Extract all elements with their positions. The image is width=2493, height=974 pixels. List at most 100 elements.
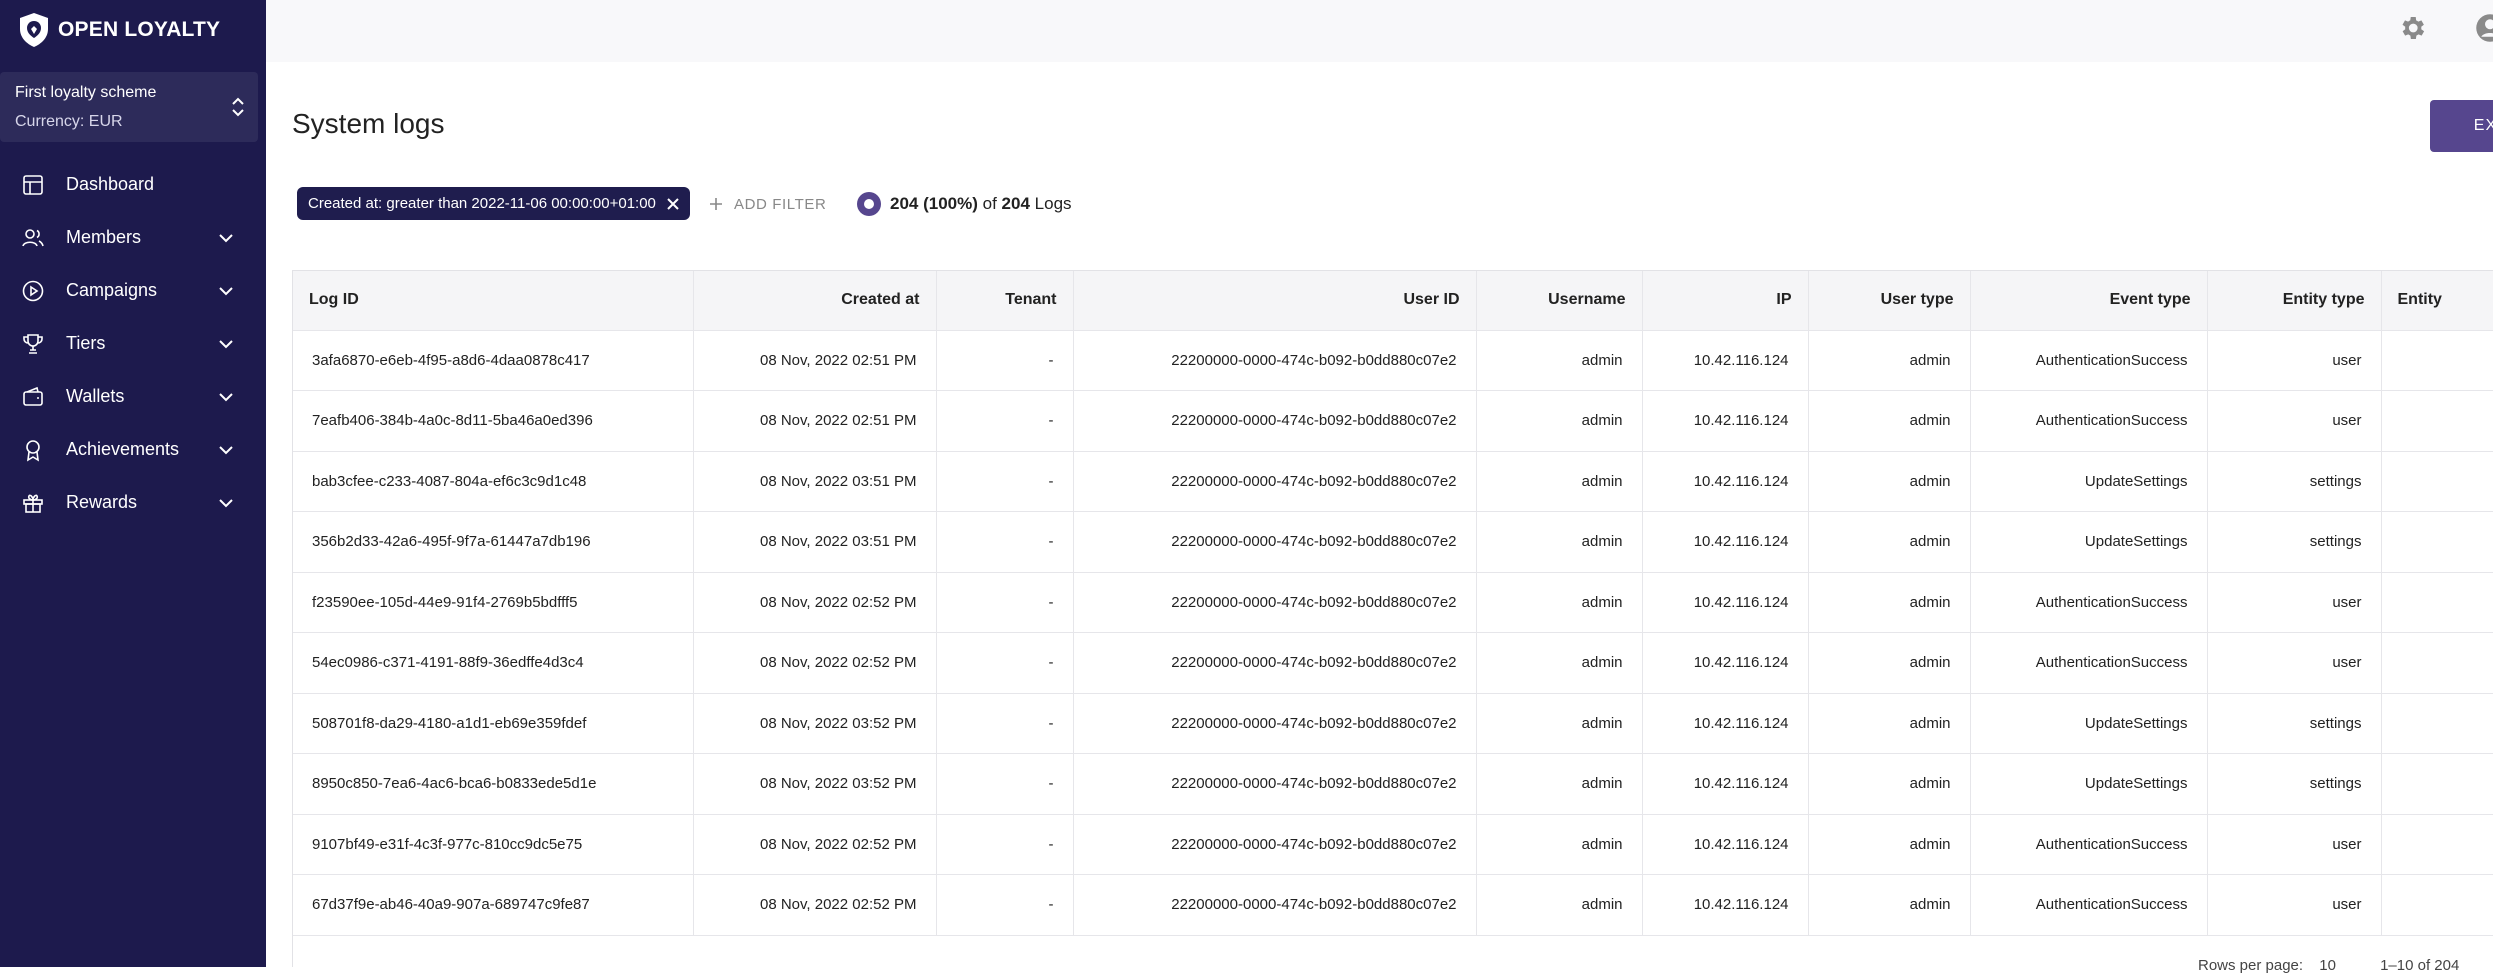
table-cell: UpdateSettings — [1970, 511, 2208, 573]
table-row[interactable]: 508701f8-da29-4180-a1d1-eb69e359fdef 08 N… — [293, 693, 2493, 754]
table-row[interactable]: f23590ee-105d-44e9-91f4-2769b5bdfff5 08 N… — [293, 572, 2493, 633]
table-cell: admin — [1476, 572, 1643, 633]
table-cell: 10.42.116.124 — [1642, 451, 1809, 512]
table-cell: 10.42.116.124 — [1642, 814, 1809, 875]
table-row[interactable]: 356b2d33-42a6-495f-9f7a-61447a7db196 08 N… — [293, 511, 2493, 573]
sidebar-item-dashboard[interactable]: Dashboard — [0, 158, 266, 211]
table-cell: - — [936, 814, 1074, 875]
table-row[interactable]: bab3cfee-c233-4087-804a-ef6c3c9d1c48 08 N… — [293, 451, 2493, 512]
sidebar-item-label: Members — [66, 227, 142, 247]
column-header-log-id[interactable]: Log ID — [293, 271, 694, 331]
add-filter-label: ADD FILTER — [734, 195, 827, 213]
table-cell: AuthenticationSuccess — [1970, 572, 2208, 633]
sidebar-item-tiers[interactable]: Tiers — [0, 317, 266, 370]
sidebar-item-rewards[interactable]: Rewards — [0, 476, 266, 529]
table-cell: admin — [1808, 814, 1971, 875]
table-cell: settings — [2207, 451, 2382, 512]
chevron-down-icon[interactable] — [216, 493, 236, 513]
table-row[interactable]: 3afa6870-e6eb-4f95-a8d6-4daa0878c417 08 N… — [293, 330, 2493, 391]
progress-ring-icon — [857, 192, 881, 216]
table-cell: 7eafb406-384b-4a0c-8d11-5ba46a0ed396 — [293, 390, 694, 452]
campaigns-icon — [20, 278, 46, 304]
table-cell: 08 Nov, 2022 03:52 PM — [693, 693, 937, 754]
table-cell: admin — [1476, 693, 1643, 754]
trophy-icon — [20, 331, 46, 357]
plus-icon — [710, 198, 722, 210]
table-cell: user — [2207, 330, 2382, 391]
table-cell: 67d37f9e-ab46-40a9-907a-689747c9fe87 — [293, 874, 694, 936]
table-cell — [2381, 814, 2493, 875]
column-header-entity[interactable]: Entity — [2381, 271, 2493, 331]
sidebar-item-members[interactable]: Members — [0, 211, 266, 264]
table-cell: - — [936, 330, 1074, 391]
column-header-user-type[interactable]: User type — [1808, 271, 1971, 331]
table-cell: 10.42.116.124 — [1642, 632, 1809, 694]
column-header-entity-type[interactable]: Entity type — [2207, 271, 2382, 331]
column-header-tenant[interactable]: Tenant — [936, 271, 1074, 331]
account-icon[interactable] — [2475, 13, 2493, 43]
table-cell: - — [936, 390, 1074, 452]
table-cell: UpdateSettings — [1970, 693, 2208, 754]
chevron-down-icon[interactable] — [216, 281, 236, 301]
filter-chip-label: Created at: greater than 2022-11-06 00:0… — [308, 195, 656, 212]
unfold-icon — [232, 97, 244, 117]
table-cell — [2381, 451, 2493, 512]
table-cell: 22200000-0000-474c-b092-b0dd880c07e2 — [1073, 572, 1477, 633]
table-row[interactable]: 67d37f9e-ab46-40a9-907a-689747c9fe87 08 N… — [293, 874, 2493, 936]
table-cell: AuthenticationSuccess — [1970, 814, 2208, 875]
column-header-ip[interactable]: IP — [1642, 271, 1809, 331]
sidebar-item-label: Tiers — [66, 333, 106, 353]
column-header-user-id[interactable]: User ID — [1073, 271, 1477, 331]
sidebar-item-label: Achievements — [66, 439, 180, 459]
sidebar-item-wallets[interactable]: Wallets — [0, 370, 266, 423]
sidebar-item-campaigns[interactable]: Campaigns — [0, 264, 266, 317]
brand-logo[interactable]: OPEN LOYALTY — [18, 12, 220, 48]
table-cell: - — [936, 451, 1074, 512]
table-cell: admin — [1476, 874, 1643, 936]
table-cell: bab3cfee-c233-4087-804a-ef6c3c9d1c48 — [293, 451, 694, 512]
rows-per-page-label: Rows per page: — [2198, 957, 2304, 974]
table-row[interactable]: 9107bf49-e31f-4c3f-977c-810cc9dc5e75 08 N… — [293, 814, 2493, 875]
page-title: System logs — [292, 108, 445, 139]
table-cell: 08 Nov, 2022 03:51 PM — [693, 511, 937, 573]
table-cell: admin — [1476, 632, 1643, 694]
close-icon[interactable] — [666, 197, 680, 211]
chevron-down-icon[interactable] — [216, 228, 236, 248]
sidebar-item-achievements[interactable]: Achievements — [0, 423, 266, 476]
chevron-down-icon[interactable] — [216, 334, 236, 354]
column-header-created-at[interactable]: Created at — [693, 271, 937, 331]
scheme-selector[interactable]: First loyalty scheme Currency: EUR — [0, 72, 258, 142]
count-of: of — [982, 194, 997, 213]
gear-icon[interactable] — [2397, 13, 2427, 43]
table-cell: 10.42.116.124 — [1642, 572, 1809, 633]
table-cell: - — [936, 753, 1074, 815]
brand-name: OPEN LOYALTY — [58, 18, 221, 41]
rows-per-page-select[interactable]: 10 — [2319, 957, 2336, 974]
column-header-event-type[interactable]: Event type — [1970, 271, 2208, 331]
active-filter-chip[interactable]: Created at: greater than 2022-11-06 00:0… — [297, 187, 690, 220]
table-row[interactable]: 54ec0986-c371-4191-88f9-36edffe4d3c4 08 N… — [293, 632, 2493, 694]
table-cell: AuthenticationSuccess — [1970, 632, 2208, 694]
table-cell: user — [2207, 572, 2382, 633]
table-cell: settings — [2207, 511, 2382, 573]
table-cell: - — [936, 632, 1074, 694]
table-cell: 22200000-0000-474c-b092-b0dd880c07e2 — [1073, 632, 1477, 694]
count-unit: Logs — [1034, 194, 1072, 213]
table-cell — [2381, 874, 2493, 936]
table-cell: user — [2207, 632, 2382, 694]
add-filter-button[interactable]: ADD FILTER — [708, 192, 826, 216]
export-button[interactable]: EXPO — [2430, 100, 2493, 152]
wallet-icon — [20, 384, 46, 410]
table-cell: admin — [1808, 874, 1971, 936]
table-cell: - — [936, 693, 1074, 754]
table-cell: user — [2207, 874, 2382, 936]
table-row[interactable]: 7eafb406-384b-4a0c-8d11-5ba46a0ed396 08 N… — [293, 390, 2493, 452]
chevron-down-icon[interactable] — [216, 440, 236, 460]
sidebar: OPEN LOYALTY First loyalty scheme Curren… — [0, 0, 266, 967]
table-row[interactable]: 8950c850-7ea6-4ac6-bca6-b0833ede5d1e 08 N… — [293, 753, 2493, 815]
column-header-username[interactable]: Username — [1476, 271, 1643, 331]
sidebar-item-label: Dashboard — [66, 174, 155, 194]
table-cell: 22200000-0000-474c-b092-b0dd880c07e2 — [1073, 874, 1477, 936]
table-cell: - — [936, 874, 1074, 936]
chevron-down-icon[interactable] — [216, 387, 236, 407]
